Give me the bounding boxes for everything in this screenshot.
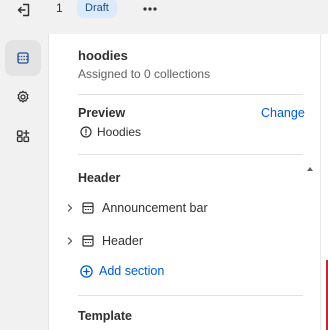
section-icon <box>82 235 94 247</box>
rail-settings-button[interactable] <box>5 79 41 115</box>
divider <box>78 154 303 155</box>
chevron-right-icon[interactable] <box>65 236 75 246</box>
exit-button[interactable] <box>13 0 35 20</box>
rail-apps-button[interactable] <box>5 118 41 154</box>
section-panel: hoodies Assigned to 0 collections Previe… <box>48 34 320 330</box>
exit-icon <box>17 3 30 17</box>
side-rail <box>0 34 48 330</box>
divider <box>78 295 303 296</box>
add-section-button[interactable]: Add section <box>80 264 164 278</box>
add-section-label: Add section <box>99 264 165 278</box>
preview-value-text: Hoodies <box>97 125 142 139</box>
rail-sections-button[interactable] <box>5 40 41 76</box>
collapse-caret-icon[interactable] <box>306 166 314 172</box>
preview-label: Preview <box>78 106 126 120</box>
section-item-label: Announcement bar <box>102 201 208 215</box>
divider <box>78 94 303 95</box>
preview-value: Hoodies <box>80 125 141 139</box>
template-group-label: Template <box>78 309 132 323</box>
sections-icon <box>17 52 29 64</box>
plus-circle-icon <box>80 264 93 278</box>
section-item-header[interactable]: Header <box>65 231 143 251</box>
section-item-announcement-bar[interactable]: Announcement bar <box>65 198 208 218</box>
page-title: hoodies <box>78 48 128 63</box>
status-badge: Draft <box>77 0 117 18</box>
preview-edge <box>320 34 328 330</box>
header-group-label: Header <box>78 171 121 185</box>
section-item-label: Header <box>102 234 143 248</box>
page-subtitle: Assigned to 0 collections <box>78 67 211 81</box>
settings-gear-icon <box>17 90 29 103</box>
count-indicator: 1 <box>56 1 63 15</box>
info-circle-icon <box>80 126 92 138</box>
chevron-right-icon[interactable] <box>65 203 75 213</box>
change-preview-link[interactable]: Change <box>261 106 305 120</box>
app-blocks-icon <box>16 129 30 143</box>
section-icon <box>82 202 94 214</box>
more-horizontal-icon <box>143 7 157 11</box>
top-bar: 1 Draft <box>0 0 328 34</box>
more-actions-button[interactable] <box>139 0 161 18</box>
